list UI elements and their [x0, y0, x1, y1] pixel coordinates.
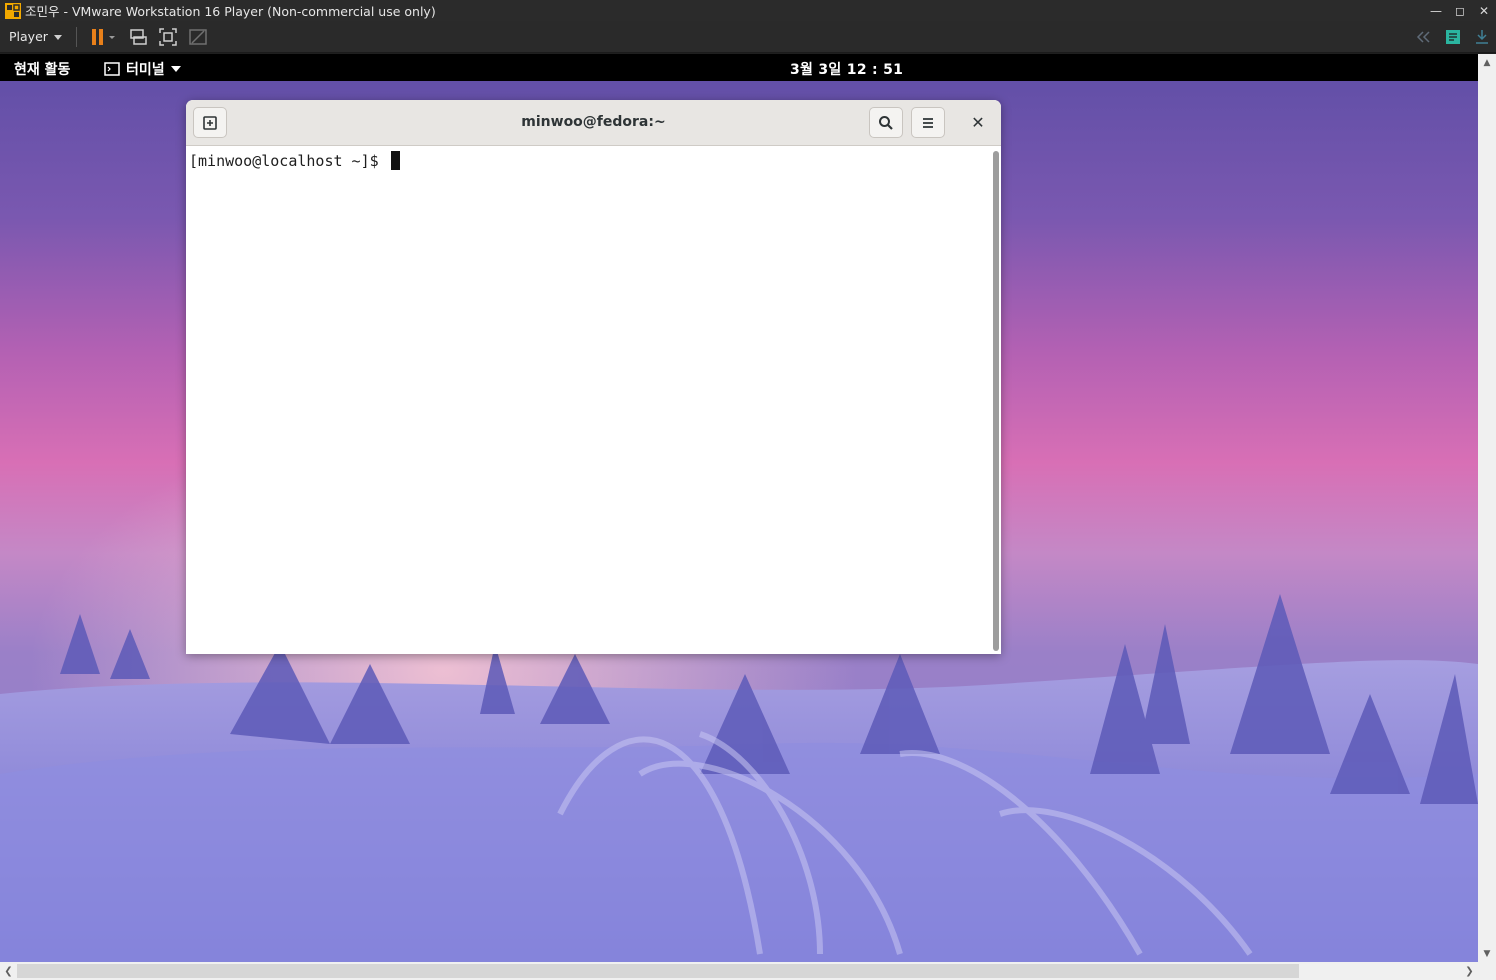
app-menu-button[interactable]: 터미널	[104, 59, 181, 79]
horizontal-scrollbar[interactable]: ❮ ❯	[0, 962, 1496, 980]
shell-prompt: [minwoo@localhost ~]$	[189, 151, 400, 170]
pause-icon	[91, 28, 115, 45]
scroll-right-icon[interactable]: ❯	[1461, 962, 1478, 980]
window-title: 조민우 - VMware Workstation 16 Player (Non-…	[25, 4, 436, 19]
vmware-icon	[5, 2, 21, 19]
horizontal-scroll-thumb[interactable]	[17, 964, 1299, 978]
pause-button[interactable]	[87, 26, 119, 48]
close-button[interactable]: ✕	[967, 111, 989, 133]
download-icon[interactable]	[1474, 28, 1490, 46]
terminal-header-bar[interactable]: minwoo@fedora:~ ✕	[186, 100, 1001, 146]
hamburger-icon	[923, 117, 933, 128]
search-icon	[879, 115, 893, 130]
maximize-icon[interactable]: ◻	[1448, 0, 1472, 21]
notes-icon[interactable]	[1444, 28, 1462, 46]
fullscreen-button[interactable]	[157, 26, 179, 48]
chevron-down-icon	[170, 66, 181, 72]
toolbar-divider	[75, 26, 77, 47]
app-menu-label: 터미널	[126, 62, 165, 78]
unity-icon	[189, 28, 207, 45]
terminal-scrollbar[interactable]	[993, 151, 999, 651]
scroll-left-icon[interactable]: ❮	[0, 962, 17, 980]
host-toolbar: Player	[0, 21, 1496, 53]
menu-button[interactable]	[911, 107, 945, 138]
send-ctrl-alt-del-icon	[130, 28, 147, 45]
unity-button[interactable]	[187, 26, 209, 48]
scroll-down-icon[interactable]: ▼	[1478, 945, 1496, 962]
fullscreen-icon	[159, 27, 177, 46]
clock[interactable]: 3월 3일 12 : 51	[790, 59, 903, 79]
guest-display[interactable]: 현재 활동 터미널 3월 3일 12 : 51 minwoo@fedora:~	[0, 54, 1478, 962]
text-cursor	[390, 151, 400, 170]
terminal-window[interactable]: minwoo@fedora:~ ✕ [minwoo@localhost ~]$	[186, 100, 1001, 654]
send-ctrl-alt-del-button[interactable]	[127, 26, 149, 48]
gnome-top-bar: 현재 활동 터미널 3월 3일 12 : 51	[0, 54, 1478, 81]
player-menu-label: Player	[9, 29, 48, 44]
minimize-icon[interactable]: —	[1424, 0, 1448, 21]
terminal-output[interactable]: [minwoo@localhost ~]$	[186, 147, 1001, 654]
activities-button[interactable]: 현재 활동	[14, 59, 70, 79]
prompt-text: [minwoo@localhost ~]$	[189, 151, 388, 170]
scroll-up-icon[interactable]: ▲	[1478, 54, 1496, 71]
terminal-icon	[104, 62, 120, 76]
close-icon[interactable]: ✕	[1472, 0, 1496, 21]
host-title-bar: 조민우 - VMware Workstation 16 Player (Non-…	[0, 0, 1496, 21]
player-menu-button[interactable]: Player	[9, 29, 62, 44]
search-button[interactable]	[869, 107, 903, 138]
close-icon: ✕	[971, 112, 985, 132]
chevron-down-icon	[53, 35, 62, 40]
vertical-scrollbar[interactable]: ▲ ▼	[1478, 54, 1496, 962]
collapse-icon[interactable]	[1414, 30, 1432, 44]
